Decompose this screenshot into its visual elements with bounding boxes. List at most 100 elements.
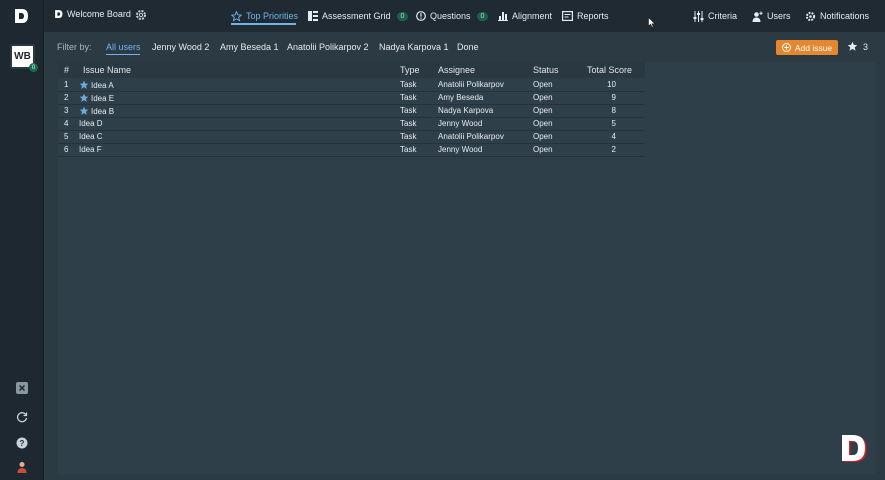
issue-type: Task xyxy=(400,93,417,102)
star-icon[interactable] xyxy=(79,93,89,103)
issue-name: Idea B xyxy=(91,106,115,116)
table-row[interactable]: 6 Idea F Task Jenny Wood Open 2 xyxy=(58,144,645,157)
issue-status: Open xyxy=(533,132,553,141)
issue-name-cell[interactable]: Idea A xyxy=(79,80,114,90)
header-issue-name[interactable]: Issue Name xyxy=(83,65,131,75)
user-profile-icon[interactable] xyxy=(15,460,29,474)
tab-assessment-grid-label: Assessment Grid xyxy=(322,11,391,21)
app-logo-icon[interactable] xyxy=(13,8,29,24)
gear-icon[interactable] xyxy=(135,9,147,21)
mouse-cursor-icon xyxy=(648,17,656,28)
notification-gear-icon xyxy=(805,11,816,21)
active-tab-indicator xyxy=(231,23,296,25)
close-board-icon[interactable] xyxy=(15,381,29,395)
table-row[interactable]: 3 Idea B Task Nadya Karpova Open 8 xyxy=(58,105,645,118)
grid-icon xyxy=(308,11,318,21)
header-assignee[interactable]: Assignee xyxy=(438,65,475,75)
add-user-icon xyxy=(752,11,763,22)
issue-name[interactable]: Idea F xyxy=(79,145,102,154)
issue-type: Task xyxy=(400,132,417,141)
row-number: 6 xyxy=(64,145,69,154)
plus-circle-icon xyxy=(781,43,791,52)
bar-chart-icon xyxy=(498,12,508,21)
question-circle-icon xyxy=(416,11,426,21)
issue-name[interactable]: Idea C xyxy=(79,132,103,141)
filter-done[interactable]: Done xyxy=(457,42,479,52)
refresh-icon[interactable] xyxy=(15,410,29,424)
board-title-text: Welcome Board xyxy=(67,9,131,19)
table-row[interactable]: 2 Idea E Task Amy Beseda Open 9 xyxy=(58,92,645,105)
table-row[interactable]: 5 Idea C Task Anatolii Polikarpov Open 4 xyxy=(58,131,645,144)
issue-status: Open xyxy=(533,106,553,115)
tab-top-priorities-label: Top Priorities xyxy=(246,11,299,21)
filter-all-users[interactable]: All users xyxy=(106,42,141,52)
board-title[interactable]: Welcome Board xyxy=(54,9,131,19)
issue-score: 9 xyxy=(611,93,616,102)
issue-name[interactable]: Idea D xyxy=(79,119,103,128)
tab-reports[interactable]: Reports xyxy=(562,9,609,23)
filter-nadya-karpova[interactable]: Nadya Karpova 1 xyxy=(379,42,449,52)
questions-count: 0 xyxy=(476,11,489,21)
notifications-button[interactable]: Notifications xyxy=(805,9,869,23)
row-number: 5 xyxy=(64,132,69,141)
filter-active-indicator xyxy=(106,54,140,55)
issue-status: Open xyxy=(533,145,553,154)
header-type[interactable]: Type xyxy=(400,65,420,75)
top-navigation: Welcome Board Top Priorities Assessment … xyxy=(44,0,885,32)
starred-count[interactable]: 3 xyxy=(847,41,868,52)
filter-jenny-wood[interactable]: Jenny Wood 2 xyxy=(152,42,209,52)
tab-questions[interactable]: Questions 0 xyxy=(416,9,489,23)
criteria-label: Criteria xyxy=(708,11,738,21)
tab-alignment[interactable]: Alignment xyxy=(498,9,552,23)
header-number[interactable]: # xyxy=(64,65,69,75)
board-logo-icon xyxy=(55,10,63,18)
issue-status: Open xyxy=(533,119,553,128)
tab-assessment-grid[interactable]: Assessment Grid 0 xyxy=(308,9,409,23)
filter-label: Filter by: xyxy=(57,42,92,52)
add-issue-button[interactable]: Add issue xyxy=(776,40,838,55)
issue-assignee: Amy Beseda xyxy=(438,93,484,102)
tab-questions-label: Questions xyxy=(430,11,471,21)
priorities-table: # Issue Name Type Assignee Status Total … xyxy=(58,62,875,474)
issue-status: Open xyxy=(533,93,553,102)
table-header: # Issue Name Type Assignee Status Total … xyxy=(58,62,645,78)
table-row[interactable]: 4 Idea D Task Jenny Wood Open 5 xyxy=(58,118,645,131)
issue-name: Idea A xyxy=(91,80,114,90)
issue-assignee: Nadya Karpova xyxy=(438,106,494,115)
tab-reports-label: Reports xyxy=(577,11,609,21)
board-badge: 0 xyxy=(29,63,38,72)
filter-anatolii-polikarpov[interactable]: Anatolii Polikarpov 2 xyxy=(287,42,369,52)
tab-top-priorities[interactable]: Top Priorities xyxy=(231,9,298,23)
star-icon[interactable] xyxy=(79,80,89,90)
issue-type: Task xyxy=(400,145,417,154)
brand-logo-icon xyxy=(842,435,867,462)
report-icon xyxy=(562,11,573,21)
table-row[interactable]: 1 Idea A Task Anatolii Polikarpov Open 1… xyxy=(58,79,645,92)
criteria-button[interactable]: Criteria xyxy=(693,9,737,23)
issue-score: 2 xyxy=(611,145,616,154)
filter-amy-beseda[interactable]: Amy Beseda 1 xyxy=(220,42,279,52)
starred-count-value: 3 xyxy=(863,41,869,52)
issue-name-cell[interactable]: Idea B xyxy=(79,106,114,116)
row-number: 4 xyxy=(64,119,69,128)
row-number: 3 xyxy=(64,106,69,115)
issue-assignee: Anatolii Polikarpov xyxy=(438,80,504,89)
header-total-score[interactable]: Total Score xyxy=(587,65,632,75)
users-button[interactable]: Users xyxy=(752,9,791,23)
issue-score: 10 xyxy=(607,80,616,89)
row-number: 2 xyxy=(64,93,69,102)
issue-name-cell[interactable]: Idea E xyxy=(79,93,114,103)
help-icon[interactable]: ? xyxy=(15,436,29,450)
star-icon[interactable] xyxy=(79,106,89,116)
star-icon xyxy=(847,41,858,51)
issue-type: Task xyxy=(400,80,417,89)
header-status[interactable]: Status xyxy=(533,65,559,75)
assessment-grid-count: 0 xyxy=(396,11,409,21)
issue-type: Task xyxy=(400,119,417,128)
issue-assignee: Jenny Wood xyxy=(438,145,483,154)
issue-assignee: Anatolii Polikarpov xyxy=(438,132,504,141)
notifications-label: Notifications xyxy=(820,11,870,21)
issue-name: Idea E xyxy=(91,93,115,103)
row-number: 1 xyxy=(64,80,69,89)
issue-score: 8 xyxy=(611,106,616,115)
